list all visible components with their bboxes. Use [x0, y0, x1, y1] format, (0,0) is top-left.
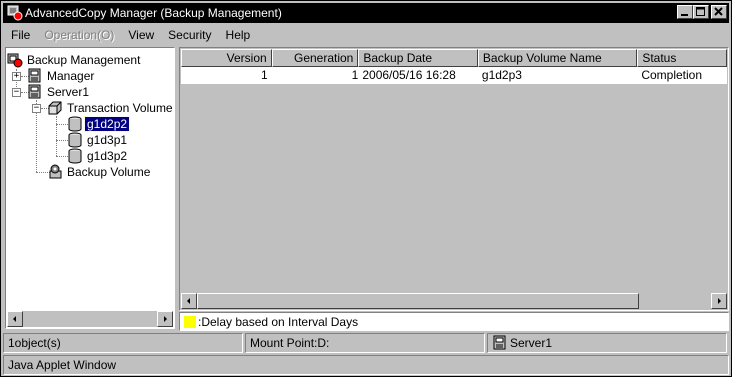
list-body: 1 1 2006/05/16 16:28 g1d2p3 Completion [181, 67, 727, 292]
server-icon [492, 335, 508, 351]
status-bar: 1object(s) Mount Point:D: Server1 [3, 333, 729, 353]
tree-node-volume-g1d3p2[interactable]: g1d3p2 [67, 148, 129, 164]
collapse-server-toggle[interactable]: − [12, 88, 21, 97]
scroll-left-button[interactable] [181, 293, 197, 309]
tree-horizontal-scrollbar[interactable] [7, 311, 173, 327]
table-row[interactable]: 1 1 2006/05/16 16:28 g1d2p3 Completion [181, 67, 727, 84]
legend-color-swatch [184, 315, 196, 328]
tree-label-transaction-volume: Transaction Volume [67, 101, 173, 115]
tree-node-transaction-volume[interactable]: Transaction Volume [47, 100, 173, 116]
cell-backup-date: 2006/05/16 16:28 [362, 68, 456, 82]
delay-legend: :Delay based on Interval Days [179, 312, 729, 331]
menu-bar: File Operation(O) View Security Help [3, 25, 729, 45]
minimize-button[interactable] [677, 5, 693, 19]
menu-view[interactable]: View [120, 28, 160, 42]
backup-management-icon [7, 52, 23, 68]
backup-history-list: Version Generation Backup Date Backup Vo… [179, 47, 729, 311]
scroll-right-button[interactable] [157, 311, 173, 327]
tree-node-manager[interactable]: Manager [27, 68, 96, 84]
close-icon [714, 7, 723, 16]
legend-text: :Delay based on Interval Days [198, 314, 359, 329]
list-header: Version Generation Backup Date Backup Vo… [181, 49, 727, 67]
cell-backup-volume-name: g1d2p3 [481, 68, 522, 82]
volume-group-icon [47, 100, 63, 116]
column-header-backup-date[interactable]: Backup Date [358, 49, 478, 67]
cell-status: Completion [641, 68, 703, 82]
tree-node-backup-management[interactable]: Backup Management [7, 52, 142, 68]
status-server-label: Server1 [510, 336, 553, 350]
status-mount-point: Mount Point:D: [245, 333, 485, 353]
status-object-count: 1object(s) [3, 333, 243, 353]
disk-icon [67, 148, 83, 164]
tree-label-backup-management: Backup Management [27, 53, 141, 67]
maximize-button[interactable] [693, 5, 709, 19]
close-button[interactable] [711, 5, 727, 19]
tree-node-backup-volume[interactable]: Backup Volume [47, 164, 152, 180]
tree-node-server1[interactable]: Server1 [27, 84, 91, 100]
tree-label-g1d3p1: g1d3p1 [87, 133, 128, 147]
app-icon [7, 5, 23, 21]
minimize-icon [681, 14, 688, 16]
scrollbar-thumb[interactable] [197, 293, 639, 309]
arrow-left-icon [13, 316, 16, 322]
window-title: AdvancedCopy Manager (Backup Management) [25, 6, 282, 20]
maximize-icon [696, 7, 705, 16]
cell-version: 1 [260, 68, 268, 82]
status-server: Server1 [487, 333, 727, 353]
scroll-right-button[interactable] [711, 293, 727, 309]
menu-help[interactable]: Help [218, 28, 257, 42]
disk-icon [67, 116, 83, 132]
arrow-right-icon [164, 316, 167, 322]
expand-manager-toggle[interactable]: + [12, 72, 21, 81]
cell-generation: 1 [351, 68, 359, 82]
column-header-backup-volume-name[interactable]: Backup Volume Name [477, 49, 638, 67]
collapse-transaction-toggle[interactable]: − [32, 104, 41, 113]
tree-node-volume-g1d3p1[interactable]: g1d3p1 [67, 132, 129, 148]
application-window: AdvancedCopy Manager (Backup Management)… [0, 0, 732, 377]
scrollbar-track[interactable] [639, 293, 711, 309]
menu-file[interactable]: File [3, 28, 36, 42]
tree-panel: Backup Management + Manager − Server1 − [5, 47, 175, 329]
tree-label-g1d2p2: g1d2p2 [83, 116, 131, 132]
arrow-left-icon [187, 298, 190, 304]
backup-volume-icon [47, 164, 63, 180]
title-bar[interactable]: AdvancedCopy Manager (Backup Management) [3, 3, 729, 23]
tree-label-backup-volume: Backup Volume [67, 165, 151, 179]
tree-label-server1: Server1 [47, 85, 90, 99]
disk-icon [67, 132, 83, 148]
tree-label-g1d3p2: g1d3p2 [87, 149, 128, 163]
server-icon [27, 68, 43, 84]
menu-security[interactable]: Security [160, 28, 217, 42]
java-applet-bar: Java Applet Window [3, 355, 729, 375]
column-header-status[interactable]: Status [637, 49, 727, 67]
tree-label-manager: Manager [47, 69, 95, 83]
scrollbar-track[interactable] [23, 311, 157, 327]
menu-operation[interactable]: Operation(O) [36, 28, 120, 42]
list-horizontal-scrollbar[interactable] [181, 293, 727, 309]
arrow-right-icon [718, 298, 721, 304]
server-icon [27, 84, 43, 100]
scroll-left-button[interactable] [7, 311, 23, 327]
tree-node-volume-g1d2p2[interactable]: g1d2p2 [67, 116, 131, 132]
column-header-generation[interactable]: Generation [271, 49, 359, 67]
column-header-version[interactable]: Version [181, 49, 272, 67]
